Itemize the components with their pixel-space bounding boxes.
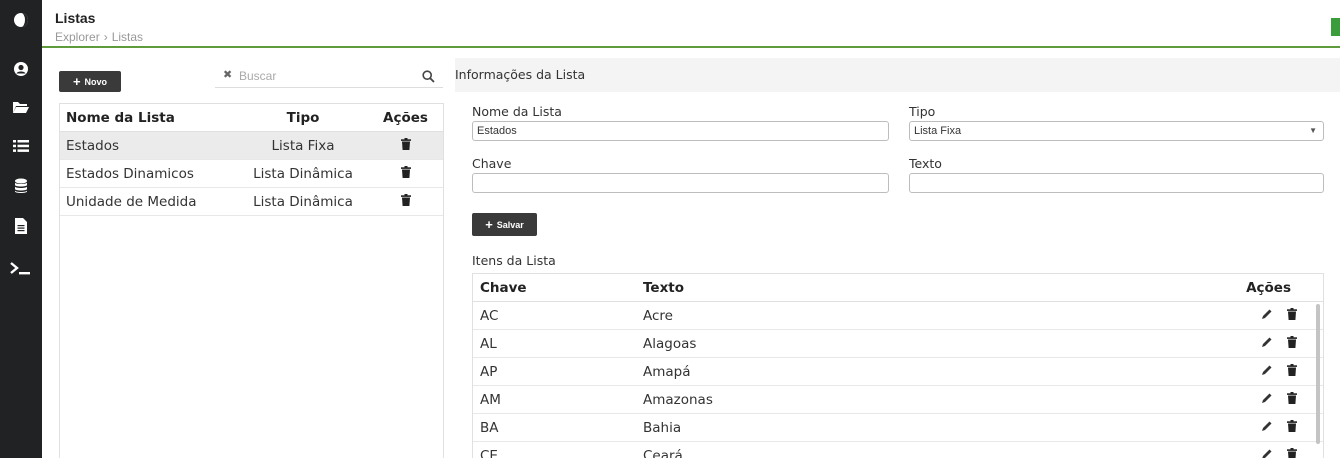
trash-icon[interactable] [1287,335,1297,352]
item-key: AC [480,307,499,324]
item-key: AM [480,391,501,408]
trash-icon[interactable] [1287,391,1297,408]
table-row[interactable]: AM Amazonas [473,386,1323,414]
texto-label: Texto [909,156,942,171]
new-button-label: Novo [84,76,108,87]
column-header-nome[interactable]: Nome da Lista [60,110,238,126]
list-item-type: Lista Dinâmica [253,193,353,210]
item-text: Bahia [643,419,682,436]
item-key: AP [480,363,498,380]
folder-icon[interactable] [0,92,42,122]
column-header-acoes: Ações [383,109,428,126]
trash-icon[interactable] [400,193,411,210]
breadcrumb: Explorer › Listas [55,30,143,44]
item-text: Amapá [643,363,691,380]
clear-icon[interactable]: ✖ [223,68,232,81]
document-icon[interactable] [0,211,42,241]
list-table-header: Nome da Lista Tipo Ações [60,104,443,132]
column-header-chave[interactable]: Chave [473,280,643,296]
item-text: Alagoas [643,335,697,352]
chave-label: Chave [472,156,512,171]
trash-icon[interactable] [400,137,411,154]
search-box: ✖ [215,64,443,88]
item-text: Amazonas [643,391,713,408]
sidebar [0,0,42,458]
list-item[interactable]: Estados Lista Fixa [60,132,443,160]
breadcrumb-separator: › [103,30,108,44]
search-icon[interactable] [422,68,435,87]
list-item-type: Lista Dinâmica [253,165,353,182]
list-item-name: Unidade de Medida [66,193,197,210]
header: Listas Explorer › Listas [42,0,1340,48]
item-text: Ceará [643,447,683,458]
save-button-label: Salvar [496,219,524,230]
column-header-tipo[interactable]: Tipo [238,110,368,126]
tipo-select-value: Lista Fixa [914,125,962,137]
search-input[interactable] [239,67,409,85]
chave-field[interactable] [472,173,889,193]
trash-icon[interactable] [1287,307,1297,324]
breadcrumb-item-listas: Listas [111,30,144,44]
caret-down-icon: ▼ [1309,126,1317,135]
pencil-icon[interactable] [1261,420,1273,436]
table-row[interactable]: CE Ceará [473,442,1323,458]
nome-label: Nome da Lista [472,104,562,119]
item-key: CE [480,447,498,458]
pencil-icon[interactable] [1261,364,1273,380]
table-row[interactable]: AC Acre [473,302,1323,330]
terminal-icon[interactable] [0,253,42,283]
table-row[interactable]: BA Bahia [473,414,1323,442]
list-item-name: Estados [66,137,119,154]
items-table-header: Chave Texto Ações [473,274,1323,302]
plus-icon: + [72,74,81,89]
table-row[interactable]: AP Amapá [473,358,1323,386]
table-row[interactable]: AL Alagoas [473,330,1323,358]
list-table: Nome da Lista Tipo Ações Estados Lista F… [59,103,444,458]
item-key: AL [480,335,497,352]
user-icon[interactable] [0,54,42,84]
page-title: Listas [55,10,96,26]
trash-icon[interactable] [1287,419,1297,436]
pencil-icon[interactable] [1261,336,1273,352]
list-item[interactable]: Estados Dinamicos Lista Dinâmica [60,160,443,188]
breadcrumb-item-explorer[interactable]: Explorer [55,30,100,44]
pencil-icon[interactable] [1261,392,1273,408]
trash-icon[interactable] [1287,447,1297,458]
pencil-icon[interactable] [1261,448,1273,458]
theme-toggle-icon[interactable] [0,5,42,35]
nome-field[interactable] [472,121,889,141]
trash-icon[interactable] [1287,363,1297,380]
new-list-button[interactable]: + Novo [59,71,121,92]
items-title: Itens da Lista [472,253,556,268]
list-item[interactable]: Unidade de Medida Lista Dinâmica [60,188,443,216]
tipo-label: Tipo [909,104,936,119]
export-button[interactable] [1331,18,1340,36]
items-table: Chave Texto Ações AC Acre AL Alagoas AP … [472,273,1324,458]
plus-icon: + [485,217,493,232]
column-header-texto[interactable]: Texto [643,280,1243,296]
section-title: Informações da Lista [455,67,586,82]
list-icon[interactable] [0,131,42,161]
texto-field[interactable] [909,173,1324,193]
pencil-icon[interactable] [1261,308,1273,324]
items-scrollbar[interactable] [1316,304,1320,444]
save-button[interactable]: + Salvar [472,213,537,236]
item-key: BA [480,419,499,436]
tipo-select[interactable]: Lista Fixa ▼ [909,121,1324,141]
list-item-type: Lista Fixa [271,137,335,154]
list-item-name: Estados Dinamicos [66,165,194,182]
item-text: Acre [643,307,673,324]
trash-icon[interactable] [400,165,411,182]
database-icon[interactable] [0,171,42,201]
column-header-acoes: Ações [1246,279,1291,296]
